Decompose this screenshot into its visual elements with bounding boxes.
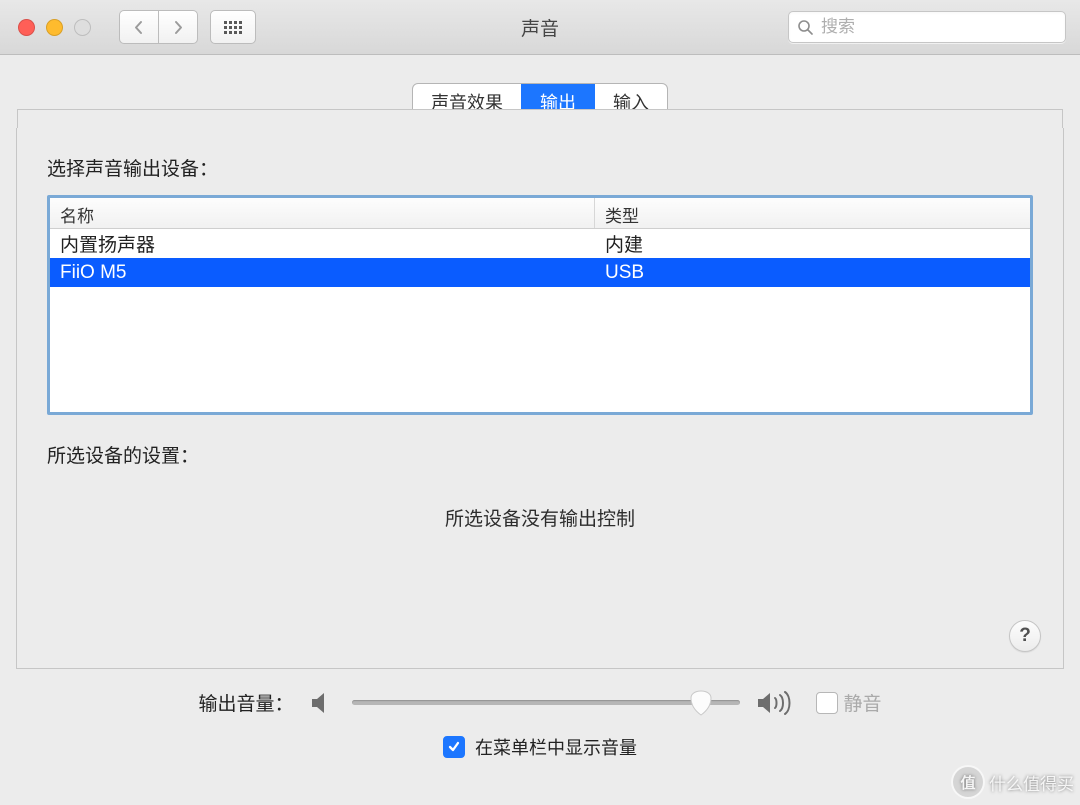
volume-footer: 输出音量： 静音 在菜单栏中显示音量 <box>16 669 1064 760</box>
mute-control[interactable]: 静音 <box>816 689 882 716</box>
device-type: USB <box>595 261 1030 285</box>
volume-min-icon <box>310 692 336 714</box>
content-area: 声音效果 输出 输入 选择声音输出设备： 名称 类型 内置扬声器 内建 FiiO… <box>0 55 1080 760</box>
search-icon <box>797 19 813 35</box>
watermark-text: 什么值得买 <box>989 770 1074 795</box>
show-volume-in-menubar-checkbox[interactable] <box>443 736 465 758</box>
forward-button[interactable] <box>158 10 198 44</box>
device-row[interactable]: FiiO M5 USB <box>50 258 1030 287</box>
output-panel: 选择声音输出设备： 名称 类型 内置扬声器 内建 FiiO M5 USB 所选设… <box>16 128 1064 669</box>
chevron-right-icon <box>172 20 184 35</box>
zoom-window-button <box>74 19 91 36</box>
grid-icon <box>224 21 242 34</box>
mute-checkbox[interactable] <box>816 692 838 714</box>
device-name: FiiO M5 <box>50 261 595 285</box>
watermark: 值 什么值得买 <box>951 765 1074 799</box>
nav-back-forward <box>119 10 198 44</box>
device-type: 内建 <box>595 229 1030 258</box>
volume-max-icon <box>756 691 792 715</box>
show-volume-in-menubar-label: 在菜单栏中显示音量 <box>475 734 637 760</box>
slider-thumb[interactable] <box>689 690 713 716</box>
column-header-type[interactable]: 类型 <box>595 198 1030 228</box>
column-header-name[interactable]: 名称 <box>50 198 595 228</box>
output-volume-slider[interactable] <box>352 700 740 705</box>
device-row[interactable]: 内置扬声器 内建 <box>50 229 1030 258</box>
search-field-container[interactable] <box>788 11 1066 43</box>
window-controls <box>0 19 91 36</box>
checkmark-icon <box>447 740 461 754</box>
show-all-prefs-button[interactable] <box>210 10 256 44</box>
device-settings-label: 所选设备的设置： <box>47 441 1033 468</box>
list-header: 名称 类型 <box>50 198 1030 229</box>
output-volume-label: 输出音量： <box>198 689 293 716</box>
back-button[interactable] <box>119 10 158 44</box>
close-window-button[interactable] <box>18 19 35 36</box>
device-settings-message: 所选设备没有输出控制 <box>47 504 1033 531</box>
device-name: 内置扬声器 <box>50 229 595 258</box>
watermark-badge-icon: 值 <box>951 765 985 799</box>
search-input[interactable] <box>819 16 1057 38</box>
help-button[interactable]: ? <box>1009 620 1041 652</box>
titlebar: 声音 <box>0 0 1080 55</box>
select-device-label: 选择声音输出设备： <box>47 154 1033 181</box>
mute-label: 静音 <box>844 689 882 716</box>
chevron-left-icon <box>133 20 145 35</box>
output-device-list[interactable]: 名称 类型 内置扬声器 内建 FiiO M5 USB <box>47 195 1033 415</box>
minimize-window-button[interactable] <box>46 19 63 36</box>
